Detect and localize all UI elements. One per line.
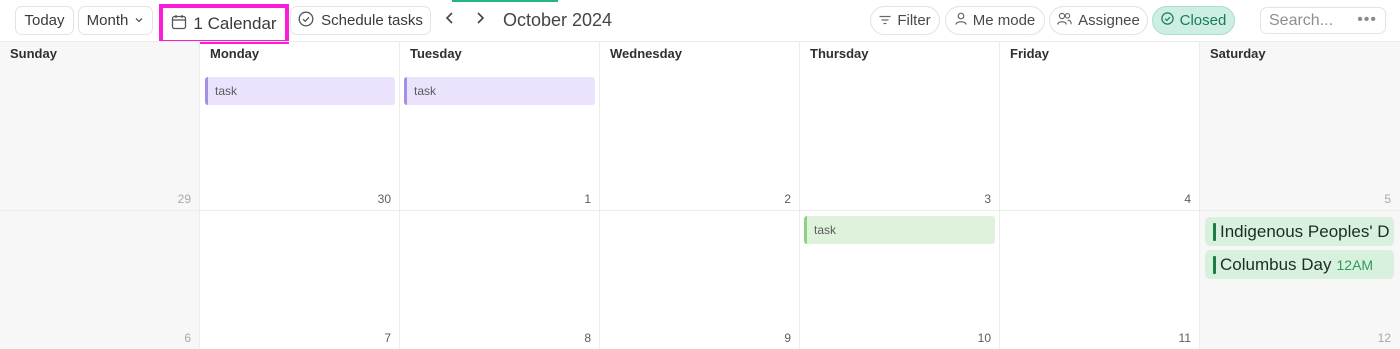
chevron-left-icon bbox=[444, 11, 456, 30]
chevron-down-icon bbox=[134, 12, 144, 29]
day-number: 7 bbox=[384, 331, 391, 345]
day-number: 2 bbox=[784, 192, 791, 206]
weekday-header-thursday: Thursday bbox=[810, 46, 869, 61]
day-number: 3 bbox=[984, 192, 991, 206]
weekday-header-saturday: Saturday bbox=[1210, 46, 1266, 61]
day-number: 8 bbox=[584, 331, 591, 345]
day-number: 1 bbox=[584, 192, 591, 206]
holiday-event[interactable]: Indigenous Peoples' D bbox=[1205, 217, 1394, 246]
column-divider bbox=[999, 41, 1000, 349]
chevron-right-icon bbox=[474, 11, 486, 30]
previous-month-button[interactable] bbox=[439, 9, 461, 31]
column-divider bbox=[399, 41, 400, 349]
weekday-header-monday: Monday bbox=[210, 46, 260, 61]
assignee-button[interactable]: Assignee bbox=[1049, 6, 1148, 35]
weekday-header-wednesday: Wednesday bbox=[610, 46, 683, 61]
task-event-label: task bbox=[215, 84, 238, 98]
day-number: 6 bbox=[184, 331, 191, 345]
event-color-bar bbox=[1213, 223, 1216, 241]
schedule-tasks-button[interactable]: Schedule tasks bbox=[290, 6, 431, 35]
assignee-label: Assignee bbox=[1078, 12, 1140, 29]
filter-icon bbox=[879, 12, 891, 29]
day-number: 11 bbox=[1178, 331, 1191, 345]
today-label: Today bbox=[24, 12, 65, 29]
today-button[interactable]: Today bbox=[15, 6, 74, 35]
filter-button[interactable]: Filter bbox=[870, 6, 940, 35]
check-circle-icon bbox=[1160, 12, 1174, 29]
active-tab-indicator bbox=[452, 0, 558, 2]
task-event[interactable]: task bbox=[404, 77, 595, 105]
me-mode-button[interactable]: Me mode bbox=[945, 6, 1045, 35]
task-event[interactable]: task bbox=[804, 216, 995, 244]
day-number: 30 bbox=[377, 192, 391, 206]
column-divider bbox=[799, 41, 800, 349]
weekday-header-sunday: Sunday bbox=[10, 46, 57, 61]
check-circle-icon bbox=[298, 11, 314, 31]
holiday-event[interactable]: Columbus Day 12AM bbox=[1205, 250, 1394, 279]
day-number: 12 bbox=[1377, 331, 1391, 345]
month-title: October 2024 bbox=[503, 10, 613, 30]
column-divider bbox=[599, 41, 600, 349]
holiday-event-label: Indigenous Peoples' D bbox=[1220, 221, 1390, 241]
calendars-button[interactable]: 1 Calendar bbox=[159, 4, 289, 44]
next-month-button[interactable] bbox=[469, 9, 491, 31]
task-event-label: task bbox=[814, 223, 837, 237]
weekday-header-friday: Friday bbox=[1010, 46, 1050, 61]
search-input[interactable]: Search... ••• bbox=[1260, 7, 1386, 34]
holiday-event-label: Columbus Day bbox=[1220, 254, 1332, 274]
me-mode-label: Me mode bbox=[972, 12, 1036, 29]
column-divider bbox=[199, 41, 200, 349]
column-divider bbox=[1199, 41, 1200, 349]
filter-label: Filter bbox=[897, 12, 931, 29]
view-select[interactable]: Month bbox=[78, 6, 153, 35]
event-color-bar bbox=[1213, 256, 1216, 274]
day-number: 9 bbox=[784, 331, 791, 345]
user-icon bbox=[955, 12, 967, 29]
users-icon bbox=[1057, 12, 1072, 29]
calendar-toolbar: Today Month 1 Calendar Schedule tasks Oc… bbox=[0, 0, 1400, 44]
search-placeholder: Search... bbox=[1269, 11, 1334, 29]
month-grid: Sunday Monday Tuesday Wednesday Thursday… bbox=[0, 41, 1400, 349]
holiday-event-time: 12AM bbox=[1336, 256, 1374, 273]
view-label: Month bbox=[86, 12, 129, 29]
weekday-header-tuesday: Tuesday bbox=[410, 46, 462, 61]
schedule-tasks-label: Schedule tasks bbox=[321, 12, 423, 29]
more-options-icon[interactable]: ••• bbox=[1357, 11, 1377, 29]
task-event[interactable]: task bbox=[205, 77, 395, 105]
grid-divider bbox=[0, 41, 1400, 42]
task-event-label: task bbox=[414, 84, 437, 98]
week-divider bbox=[0, 210, 1400, 211]
calendar-icon bbox=[171, 14, 187, 35]
calendars-label: 1 Calendar bbox=[193, 14, 277, 33]
closed-label: Closed bbox=[1179, 12, 1227, 29]
day-number: 4 bbox=[1184, 192, 1191, 206]
day-number: 29 bbox=[177, 192, 191, 206]
show-closed-toggle[interactable]: Closed bbox=[1152, 6, 1235, 35]
day-number: 10 bbox=[977, 331, 991, 345]
day-number: 5 bbox=[1384, 192, 1391, 206]
